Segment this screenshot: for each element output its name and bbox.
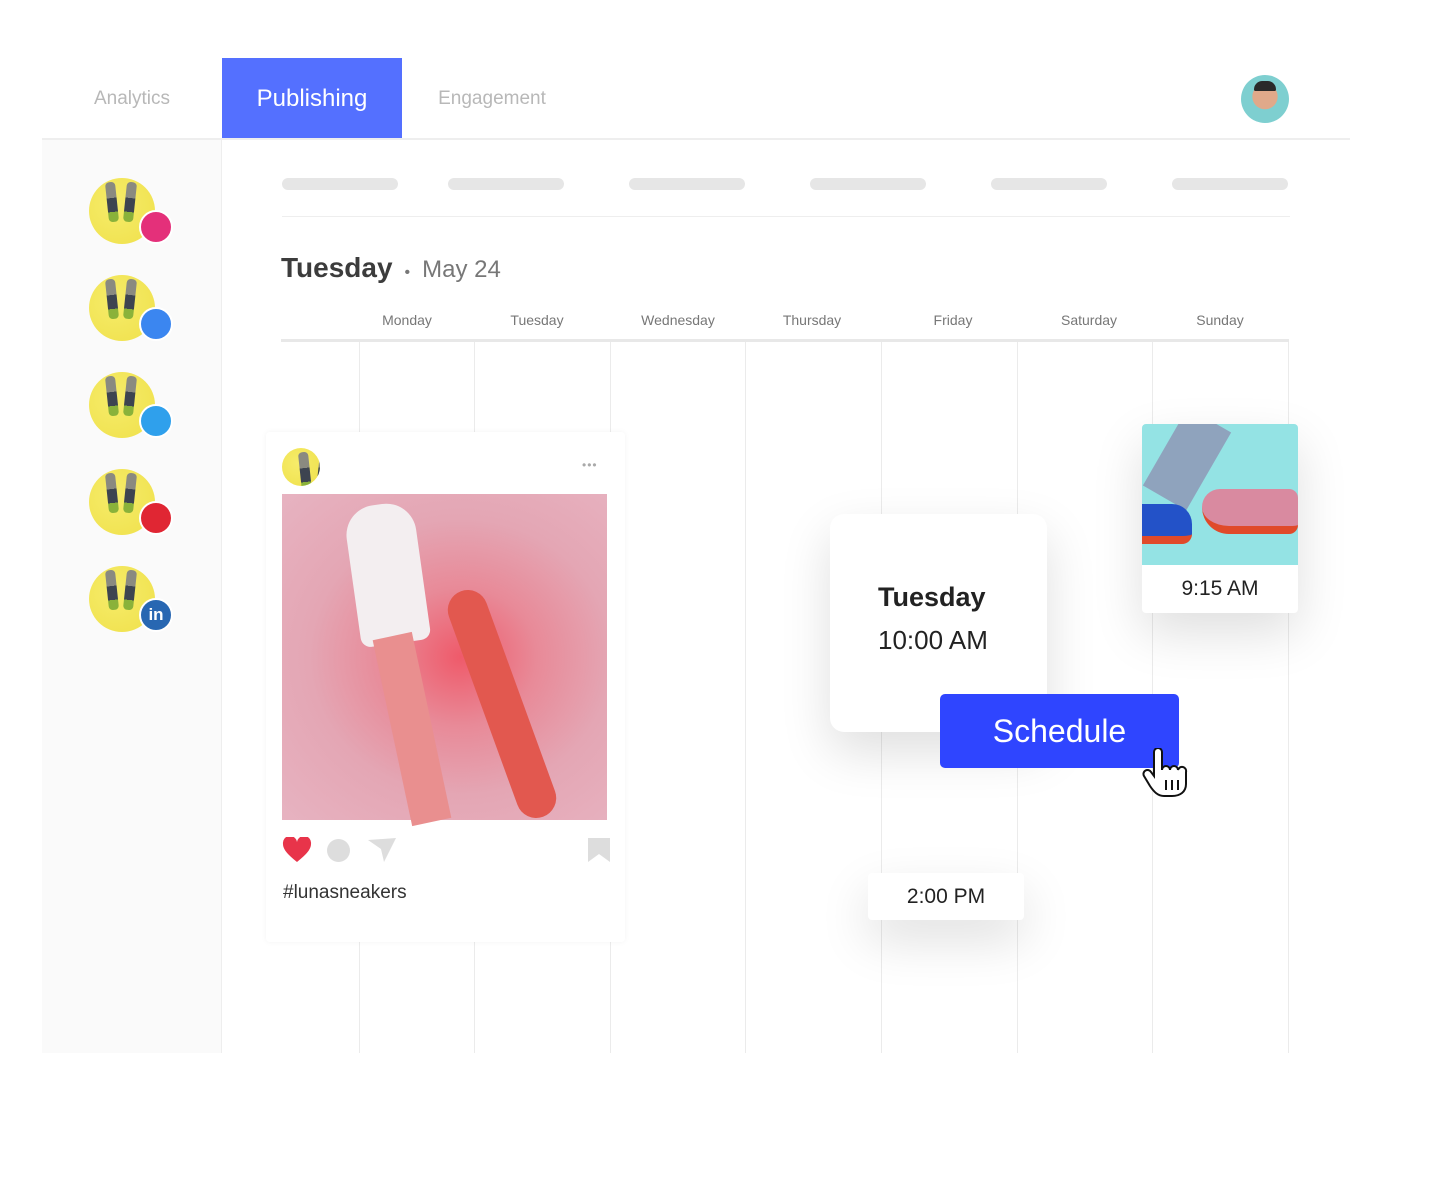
sneaker-image <box>1142 424 1298 565</box>
comment-icon[interactable] <box>327 839 350 862</box>
hand-cursor-icon <box>1142 748 1188 797</box>
day-header: Wednesday <box>641 312 715 328</box>
facebook-icon <box>139 307 173 341</box>
calendar-title: Tuesday • May 24 <box>281 252 501 284</box>
post-image <box>282 494 607 827</box>
day-header: Tuesday <box>510 312 564 328</box>
bookmark-icon[interactable] <box>588 838 610 862</box>
scheduled-slot-card[interactable]: 2:00 PM <box>868 873 1024 920</box>
tab-publishing[interactable]: Publishing <box>222 58 402 139</box>
day-header: Sunday <box>1196 312 1244 328</box>
heart-icon[interactable] <box>282 837 312 863</box>
account-facebook[interactable] <box>89 275 175 345</box>
scheduled-time: 9:15 AM <box>1181 577 1259 600</box>
schedule-day: Tuesday <box>878 582 986 612</box>
day-header: Monday <box>382 312 432 328</box>
instagram-icon <box>139 210 173 244</box>
column-line <box>745 342 746 1053</box>
account-pinterest[interactable] <box>89 469 175 539</box>
tab-engagement[interactable]: Engagement <box>402 58 582 139</box>
account-linkedin[interactable]: in <box>89 566 175 636</box>
separator: • <box>404 264 411 281</box>
title-day: Tuesday <box>281 252 393 283</box>
day-header: Saturday <box>1060 312 1118 328</box>
account-instagram[interactable] <box>89 178 175 248</box>
post-hashtag: #lunasneakers <box>283 882 407 903</box>
twitter-icon <box>139 404 173 438</box>
schedule-time: 10:00 AM <box>878 625 988 655</box>
day-header: Friday <box>933 312 973 328</box>
share-icon[interactable] <box>368 838 396 862</box>
more-options-icon[interactable]: ••• <box>582 458 598 472</box>
header-divider <box>281 339 1289 342</box>
account-twitter[interactable] <box>89 372 175 442</box>
post-preview-card[interactable]: ••• #lunasneakers <box>266 432 625 942</box>
user-avatar[interactable] <box>1241 75 1289 123</box>
tab-analytics[interactable]: Analytics <box>42 58 222 139</box>
linkedin-icon: in <box>139 598 173 632</box>
post-avatar <box>282 448 320 486</box>
day-header: Thursday <box>782 312 842 328</box>
scheduled-post-card[interactable]: 9:15 AM <box>1142 424 1298 613</box>
divider <box>282 216 1290 217</box>
title-date: May 24 <box>422 256 501 283</box>
pinterest-icon <box>139 501 173 535</box>
tab-bar-divider <box>42 138 1350 140</box>
